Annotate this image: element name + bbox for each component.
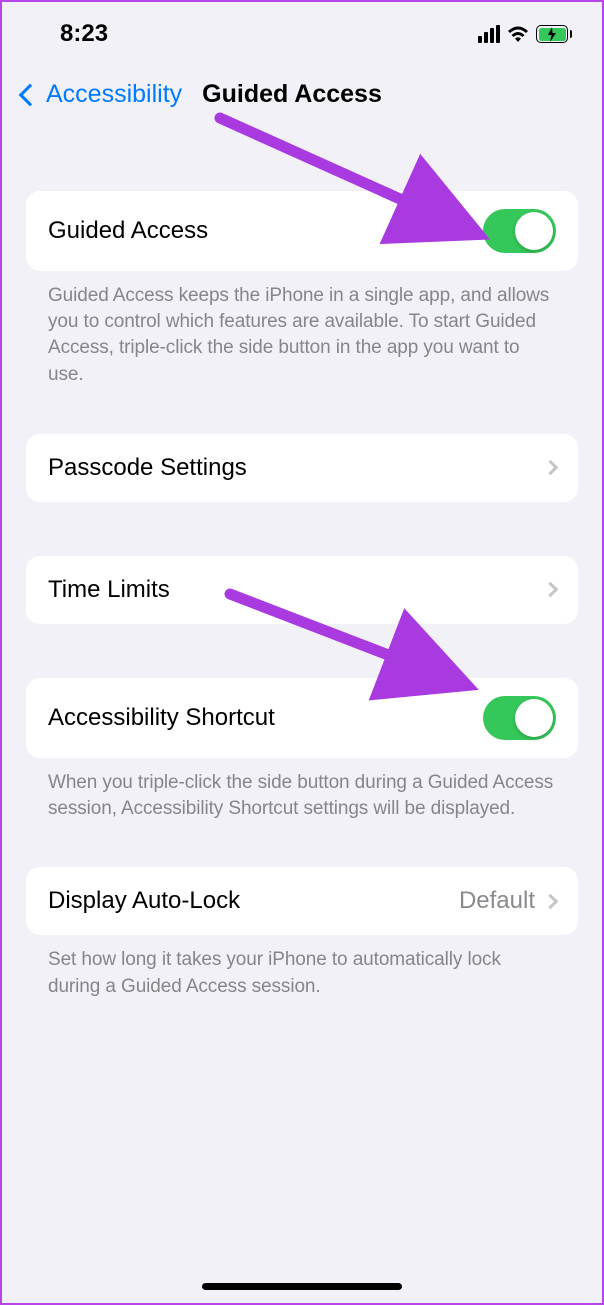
guided-access-footer: Guided Access keeps the iPhone in a sing…: [26, 271, 578, 388]
guided-access-toggle[interactable]: [483, 209, 556, 253]
chevron-right-icon: [543, 460, 559, 476]
wifi-icon: [506, 25, 530, 43]
display-auto-lock-value: Default: [459, 887, 535, 915]
passcode-settings-label: Passcode Settings: [48, 454, 247, 482]
cellular-signal-icon: [478, 25, 500, 43]
back-button[interactable]: Accessibility: [18, 80, 182, 109]
guided-access-row: Guided Access: [26, 191, 578, 271]
time-limits-row[interactable]: Time Limits: [26, 556, 578, 624]
status-time: 8:23: [60, 20, 108, 48]
back-label: Accessibility: [46, 80, 182, 109]
battery-charging-icon: [536, 25, 572, 43]
nav-bar: Accessibility Guided Access: [2, 60, 602, 139]
accessibility-shortcut-row: Accessibility Shortcut: [26, 678, 578, 758]
status-bar: 8:23: [2, 2, 602, 60]
display-auto-lock-row[interactable]: Display Auto-Lock Default: [26, 867, 578, 935]
chevron-right-icon: [543, 582, 559, 598]
accessibility-shortcut-label: Accessibility Shortcut: [48, 704, 275, 732]
display-auto-lock-label: Display Auto-Lock: [48, 887, 240, 915]
status-icons: [478, 25, 572, 43]
guided-access-label: Guided Access: [48, 217, 208, 245]
accessibility-shortcut-toggle[interactable]: [483, 696, 556, 740]
page-title: Guided Access: [202, 80, 382, 109]
home-indicator[interactable]: [202, 1283, 402, 1290]
display-auto-lock-footer: Set how long it takes your iPhone to aut…: [26, 935, 578, 999]
time-limits-label: Time Limits: [48, 576, 170, 604]
passcode-settings-row[interactable]: Passcode Settings: [26, 434, 578, 502]
chevron-right-icon: [543, 894, 559, 910]
chevron-left-icon: [19, 83, 42, 106]
accessibility-shortcut-footer: When you triple-click the side button du…: [26, 758, 578, 822]
